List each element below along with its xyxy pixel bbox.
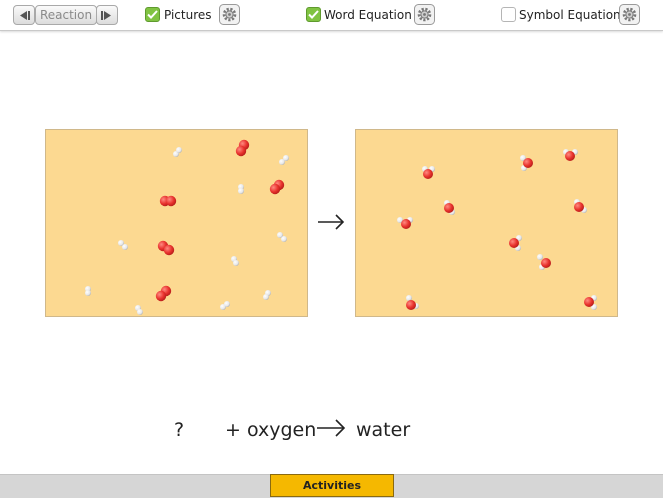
reaction-selector-button[interactable]: Reaction: [35, 5, 97, 25]
oxygen-molecule: [155, 285, 172, 302]
equation-arrow-icon: [317, 419, 346, 437]
water-molecule: [563, 149, 578, 161]
previous-reaction-button[interactable]: [13, 5, 35, 25]
equation-unknown-reactant[interactable]: ?: [174, 417, 184, 443]
word-equation-settings-gear-icon[interactable]: [414, 4, 435, 25]
water-molecule: [574, 199, 587, 213]
hydrogen-molecule: [173, 147, 182, 157]
checkmark-icon: [147, 10, 158, 19]
next-reaction-button[interactable]: [96, 5, 118, 25]
pictures-settings-gear-icon[interactable]: [219, 4, 240, 25]
products-picture-panel: [355, 129, 618, 317]
toolbar: Reaction Pictures Word Equation Symbol E…: [0, 0, 663, 31]
oxygen-molecule: [269, 179, 285, 195]
water-molecule: [584, 295, 597, 310]
product-molecules: [397, 149, 597, 310]
water-molecule: [444, 200, 455, 215]
step-forward-icon: [101, 10, 111, 20]
reaction-arrow-icon: [318, 214, 345, 230]
symbol-equation-settings-gear-icon[interactable]: [619, 4, 640, 25]
oxygen-molecule: [159, 195, 177, 207]
word-equation-checkbox[interactable]: [306, 7, 321, 22]
hydrogen-molecule: [277, 232, 287, 242]
equation-product-water: water: [356, 419, 411, 441]
hydrogen-molecule: [238, 184, 244, 194]
water-molecule: [422, 166, 435, 179]
pictures-label[interactable]: Pictures: [164, 7, 212, 23]
reactant-molecules: [85, 139, 289, 315]
oxygen-molecule: [157, 240, 175, 256]
hydrogen-molecule: [279, 155, 289, 165]
hydrogen-molecule: [135, 305, 143, 315]
hydrogen-molecule: [220, 301, 230, 310]
pictures-checkbox[interactable]: [145, 7, 160, 22]
equation-plus-oxygen: + oxygen: [225, 419, 317, 441]
symbol-equation-label[interactable]: Symbol Equation: [519, 7, 621, 23]
symbol-equation-checkbox[interactable]: [501, 7, 516, 22]
step-back-icon: [20, 10, 30, 20]
water-molecule: [397, 217, 413, 229]
activities-button[interactable]: Activities: [270, 474, 394, 497]
oxygen-molecule: [235, 139, 250, 157]
word-equation-label[interactable]: Word Equation: [324, 7, 412, 23]
water-molecule: [520, 155, 533, 171]
hydrogen-molecule: [118, 240, 128, 250]
hydrogen-molecule: [263, 290, 271, 300]
reactants-picture-panel: [45, 129, 308, 317]
water-molecule: [406, 295, 419, 310]
water-molecule: [509, 235, 522, 251]
hydrogen-molecule: [85, 286, 91, 296]
water-molecule: [537, 254, 551, 270]
checkmark-icon: [308, 10, 319, 19]
hydrogen-molecule: [231, 256, 239, 266]
